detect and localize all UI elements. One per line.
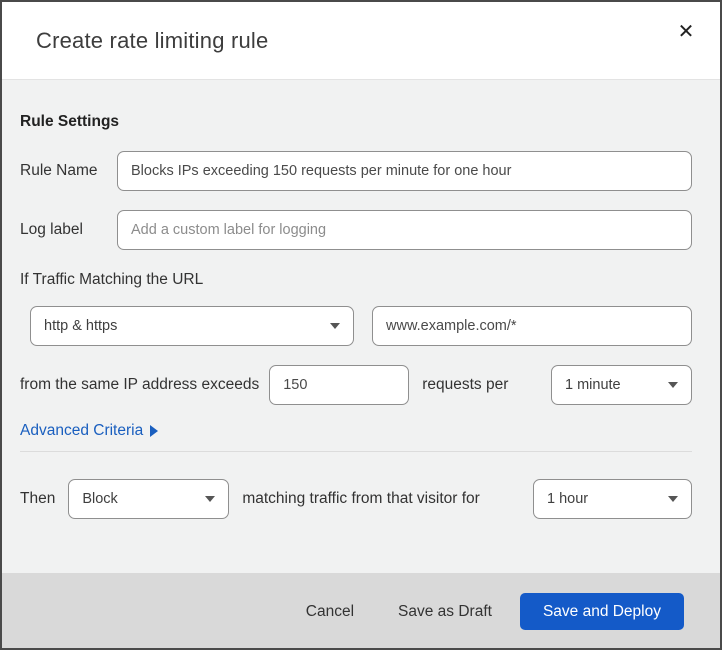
page-title: Create rate limiting rule bbox=[36, 27, 269, 53]
save-as-draft-button[interactable]: Save as Draft bbox=[386, 595, 504, 629]
url-pattern-input[interactable] bbox=[372, 306, 692, 346]
rule-name-row: Rule Name bbox=[20, 151, 692, 191]
log-label-row: Log label bbox=[20, 210, 692, 250]
close-icon: ✕ bbox=[677, 21, 695, 43]
period-select-value: 1 minute bbox=[565, 377, 621, 393]
modal-dialog: Create rate limiting rule ✕ Rule Setting… bbox=[0, 0, 722, 650]
action-select-value: Block bbox=[82, 491, 118, 507]
rule-name-label: Rule Name bbox=[20, 162, 98, 179]
threshold-suffix-text: requests per bbox=[422, 376, 509, 393]
rule-settings-heading: Rule Settings bbox=[20, 113, 120, 130]
rule-name-input[interactable] bbox=[117, 151, 692, 191]
then-label: Then bbox=[20, 490, 56, 507]
chevron-down-icon bbox=[330, 323, 340, 329]
action-select[interactable]: Block bbox=[68, 479, 230, 519]
action-row: Then Block matching traffic from that vi… bbox=[20, 479, 692, 519]
modal-footer: Cancel Save as Draft Save and Deploy bbox=[2, 573, 720, 648]
duration-select[interactable]: 1 hour bbox=[533, 479, 692, 519]
advanced-criteria-label: Advanced Criteria bbox=[20, 422, 144, 439]
scheme-select[interactable]: http & https bbox=[30, 306, 354, 346]
request-count-input[interactable] bbox=[269, 365, 410, 405]
traffic-match-heading: If Traffic Matching the URL bbox=[20, 271, 204, 288]
advanced-criteria-link[interactable]: Advanced Criteria bbox=[20, 422, 159, 440]
threshold-prefix-text: from the same IP address exceeds bbox=[20, 376, 260, 393]
modal-body: Rule Settings Rule Name Log label If Tra… bbox=[2, 80, 720, 573]
chevron-down-icon bbox=[205, 496, 216, 502]
cancel-button[interactable]: Cancel bbox=[294, 595, 366, 629]
chevron-down-icon bbox=[668, 382, 678, 388]
scheme-select-value: http & https bbox=[44, 318, 118, 334]
threshold-row: from the same IP address exceeds request… bbox=[20, 365, 692, 405]
section-divider bbox=[20, 451, 692, 452]
chevron-right-icon bbox=[150, 425, 159, 437]
save-and-deploy-button[interactable]: Save and Deploy bbox=[519, 593, 684, 630]
action-middle-text: matching traffic from that visitor for bbox=[242, 490, 480, 507]
scheme-row: http & https bbox=[20, 306, 692, 346]
duration-select-value: 1 hour bbox=[547, 491, 589, 507]
log-label-input[interactable] bbox=[117, 210, 692, 250]
chevron-down-icon bbox=[668, 496, 678, 502]
period-select[interactable]: 1 minute bbox=[551, 365, 692, 405]
modal-header: Create rate limiting rule ✕ bbox=[2, 2, 720, 80]
log-label-label: Log label bbox=[20, 221, 83, 238]
close-button[interactable]: ✕ bbox=[670, 16, 702, 48]
